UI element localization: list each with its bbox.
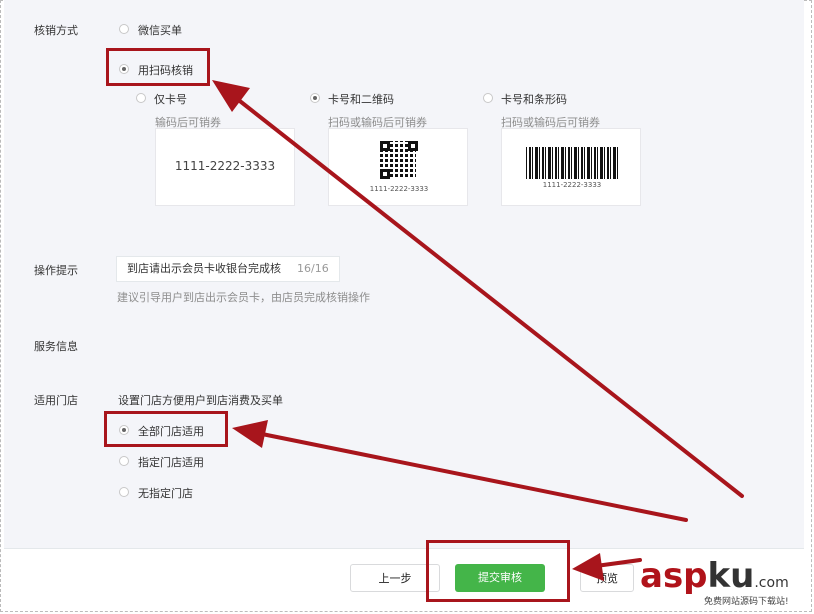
arrowhead-scan <box>212 80 250 112</box>
watermark-brand-c: .com <box>754 575 789 591</box>
arrowhead-submit <box>572 553 604 581</box>
watermark-logo: aspku.com <box>640 556 810 596</box>
watermark-tagline: 免费网站源码下载站! <box>704 597 789 607</box>
arrow-to-scan-line <box>234 96 744 498</box>
arrow-to-submit-line <box>594 558 642 568</box>
arrow-to-all-stores-line <box>260 432 688 522</box>
annotation-arrows <box>212 80 744 581</box>
arrowhead-all-stores <box>232 420 268 448</box>
watermark-brand-a: asp <box>640 556 708 596</box>
watermark-brand-b: ku <box>707 556 755 596</box>
